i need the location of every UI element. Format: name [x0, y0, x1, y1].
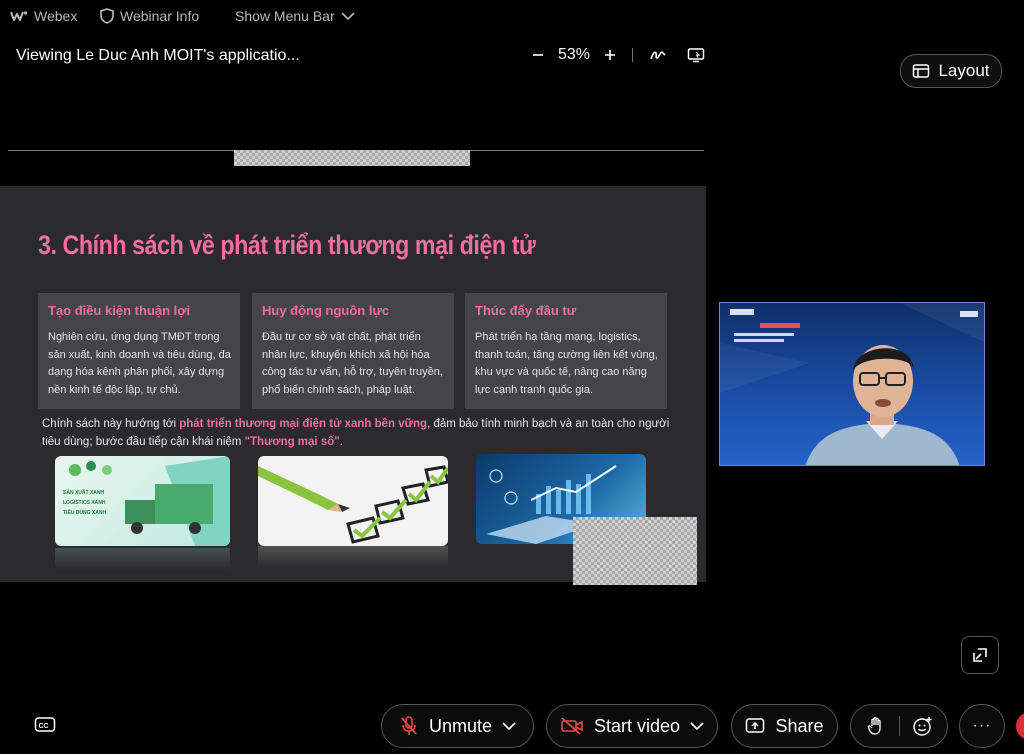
toolbar-divider — [632, 48, 634, 62]
restore-icon — [972, 647, 988, 663]
annotate-icon[interactable] — [649, 47, 667, 63]
slide-paragraph: Chính sách này hướng tới phát triển thươ… — [42, 415, 682, 451]
layout-icon — [912, 63, 930, 79]
speaker-video-tile[interactable] — [719, 302, 985, 466]
unmute-label: Unmute — [428, 715, 493, 736]
top-bar: Webex Webinar Info Show Menu Bar — [0, 0, 1024, 34]
policy-card-2: Huy động nguồn lực Đầu tư cơ sở vật chất… — [252, 293, 454, 409]
webex-logo-icon — [10, 9, 28, 23]
redacted-area — [234, 150, 470, 166]
shield-icon — [100, 8, 114, 24]
image-reflection — [258, 546, 448, 568]
label-production: SẢN XUẤT XANH — [63, 490, 105, 496]
para-text: . — [339, 436, 343, 448]
green-logistics-image: SẢN XUẤT XANH LOGISTICS XANH TIÊU DÙNG X… — [55, 456, 230, 546]
more-options-button[interactable]: ··· — [959, 704, 1005, 748]
unmute-button[interactable]: Unmute — [381, 704, 534, 748]
webinar-info-button[interactable]: Webinar Info — [100, 8, 199, 24]
green-labels: SẢN XUẤT XANH LOGISTICS XANH TIÊU DÙNG X… — [63, 488, 106, 518]
webex-menu[interactable]: Webex — [10, 8, 77, 24]
chevron-down-icon[interactable] — [502, 721, 516, 731]
show-menu-bar-label: Show Menu Bar — [235, 8, 335, 24]
chevron-down-icon[interactable] — [690, 721, 704, 731]
closed-captions-icon: CC — [34, 716, 56, 734]
redacted-area — [573, 517, 697, 585]
restore-view-button[interactable] — [961, 636, 999, 674]
video-off-icon — [560, 717, 584, 735]
reactions-group — [850, 704, 948, 748]
layout-button[interactable]: Layout — [900, 54, 1002, 88]
card-body: Đầu tư cơ sở vật chất, phát triển nhân l… — [262, 331, 443, 396]
start-video-label: Start video — [593, 715, 681, 736]
raise-hand-icon[interactable] — [853, 716, 899, 736]
zoom-out-icon[interactable] — [530, 48, 546, 62]
card-body: Phát triển hạ tầng mạng, logistics, than… — [475, 331, 658, 396]
policy-card-3: Thúc đẩy đầu tư Phát triển hạ tầng mạng,… — [465, 293, 667, 409]
para-text: Chính sách này hướng tới — [42, 418, 180, 430]
start-video-button[interactable]: Start video — [546, 704, 718, 748]
policy-card-1: Tạo điều kiện thuận lợi Nghiên cứu, ứng … — [38, 293, 240, 409]
share-label: Share — [775, 715, 824, 736]
para-highlight: phát triển thương mại điện tử xanh bền v… — [179, 418, 428, 430]
app-name: Webex — [34, 8, 78, 24]
share-gap — [0, 166, 706, 186]
image-reflection — [55, 548, 230, 570]
zoom-level: 53% — [558, 46, 591, 63]
zoom-in-icon[interactable] — [602, 48, 618, 62]
checklist-image — [258, 456, 448, 546]
emoji-reaction-icon[interactable] — [900, 715, 946, 737]
share-button[interactable]: Share — [731, 704, 838, 748]
checklist-illustration — [258, 465, 448, 544]
zoom-controls: 53% — [530, 46, 705, 64]
card-heading: Huy động nguồn lực — [262, 303, 390, 318]
leave-button[interactable] — [1016, 712, 1024, 740]
layout-label: Layout — [938, 61, 990, 80]
share-title: Viewing Le Duc Anh MOIT's applicatio... — [16, 47, 300, 64]
slide-title: 3. Chính sách về phát triển thương mại đ… — [38, 230, 536, 260]
speaker-video-feed — [720, 303, 984, 465]
card-body: Nghiên cứu, ứng dụng TMĐT trong sản xuất… — [48, 331, 231, 396]
label-logistics: LOGISTICS XANH — [63, 500, 106, 506]
show-menu-bar-button[interactable]: Show Menu Bar — [235, 8, 355, 24]
label-consumption: TIÊU DÙNG XANH — [63, 510, 107, 516]
remote-control-icon[interactable] — [687, 47, 705, 63]
closed-captions-button[interactable]: CC — [34, 716, 56, 739]
more-options-icon: ··· — [972, 717, 992, 734]
webinar-info-label: Webinar Info — [120, 8, 200, 24]
svg-text:CC: CC — [39, 723, 49, 730]
mic-muted-icon — [399, 715, 419, 737]
para-quote: "Thương mại số" — [244, 436, 340, 448]
card-heading: Tạo điều kiện thuận lợi — [48, 303, 191, 318]
chevron-down-icon — [341, 11, 355, 21]
share-screen-icon — [745, 717, 765, 735]
card-heading: Thúc đẩy đầu tư — [475, 303, 577, 318]
